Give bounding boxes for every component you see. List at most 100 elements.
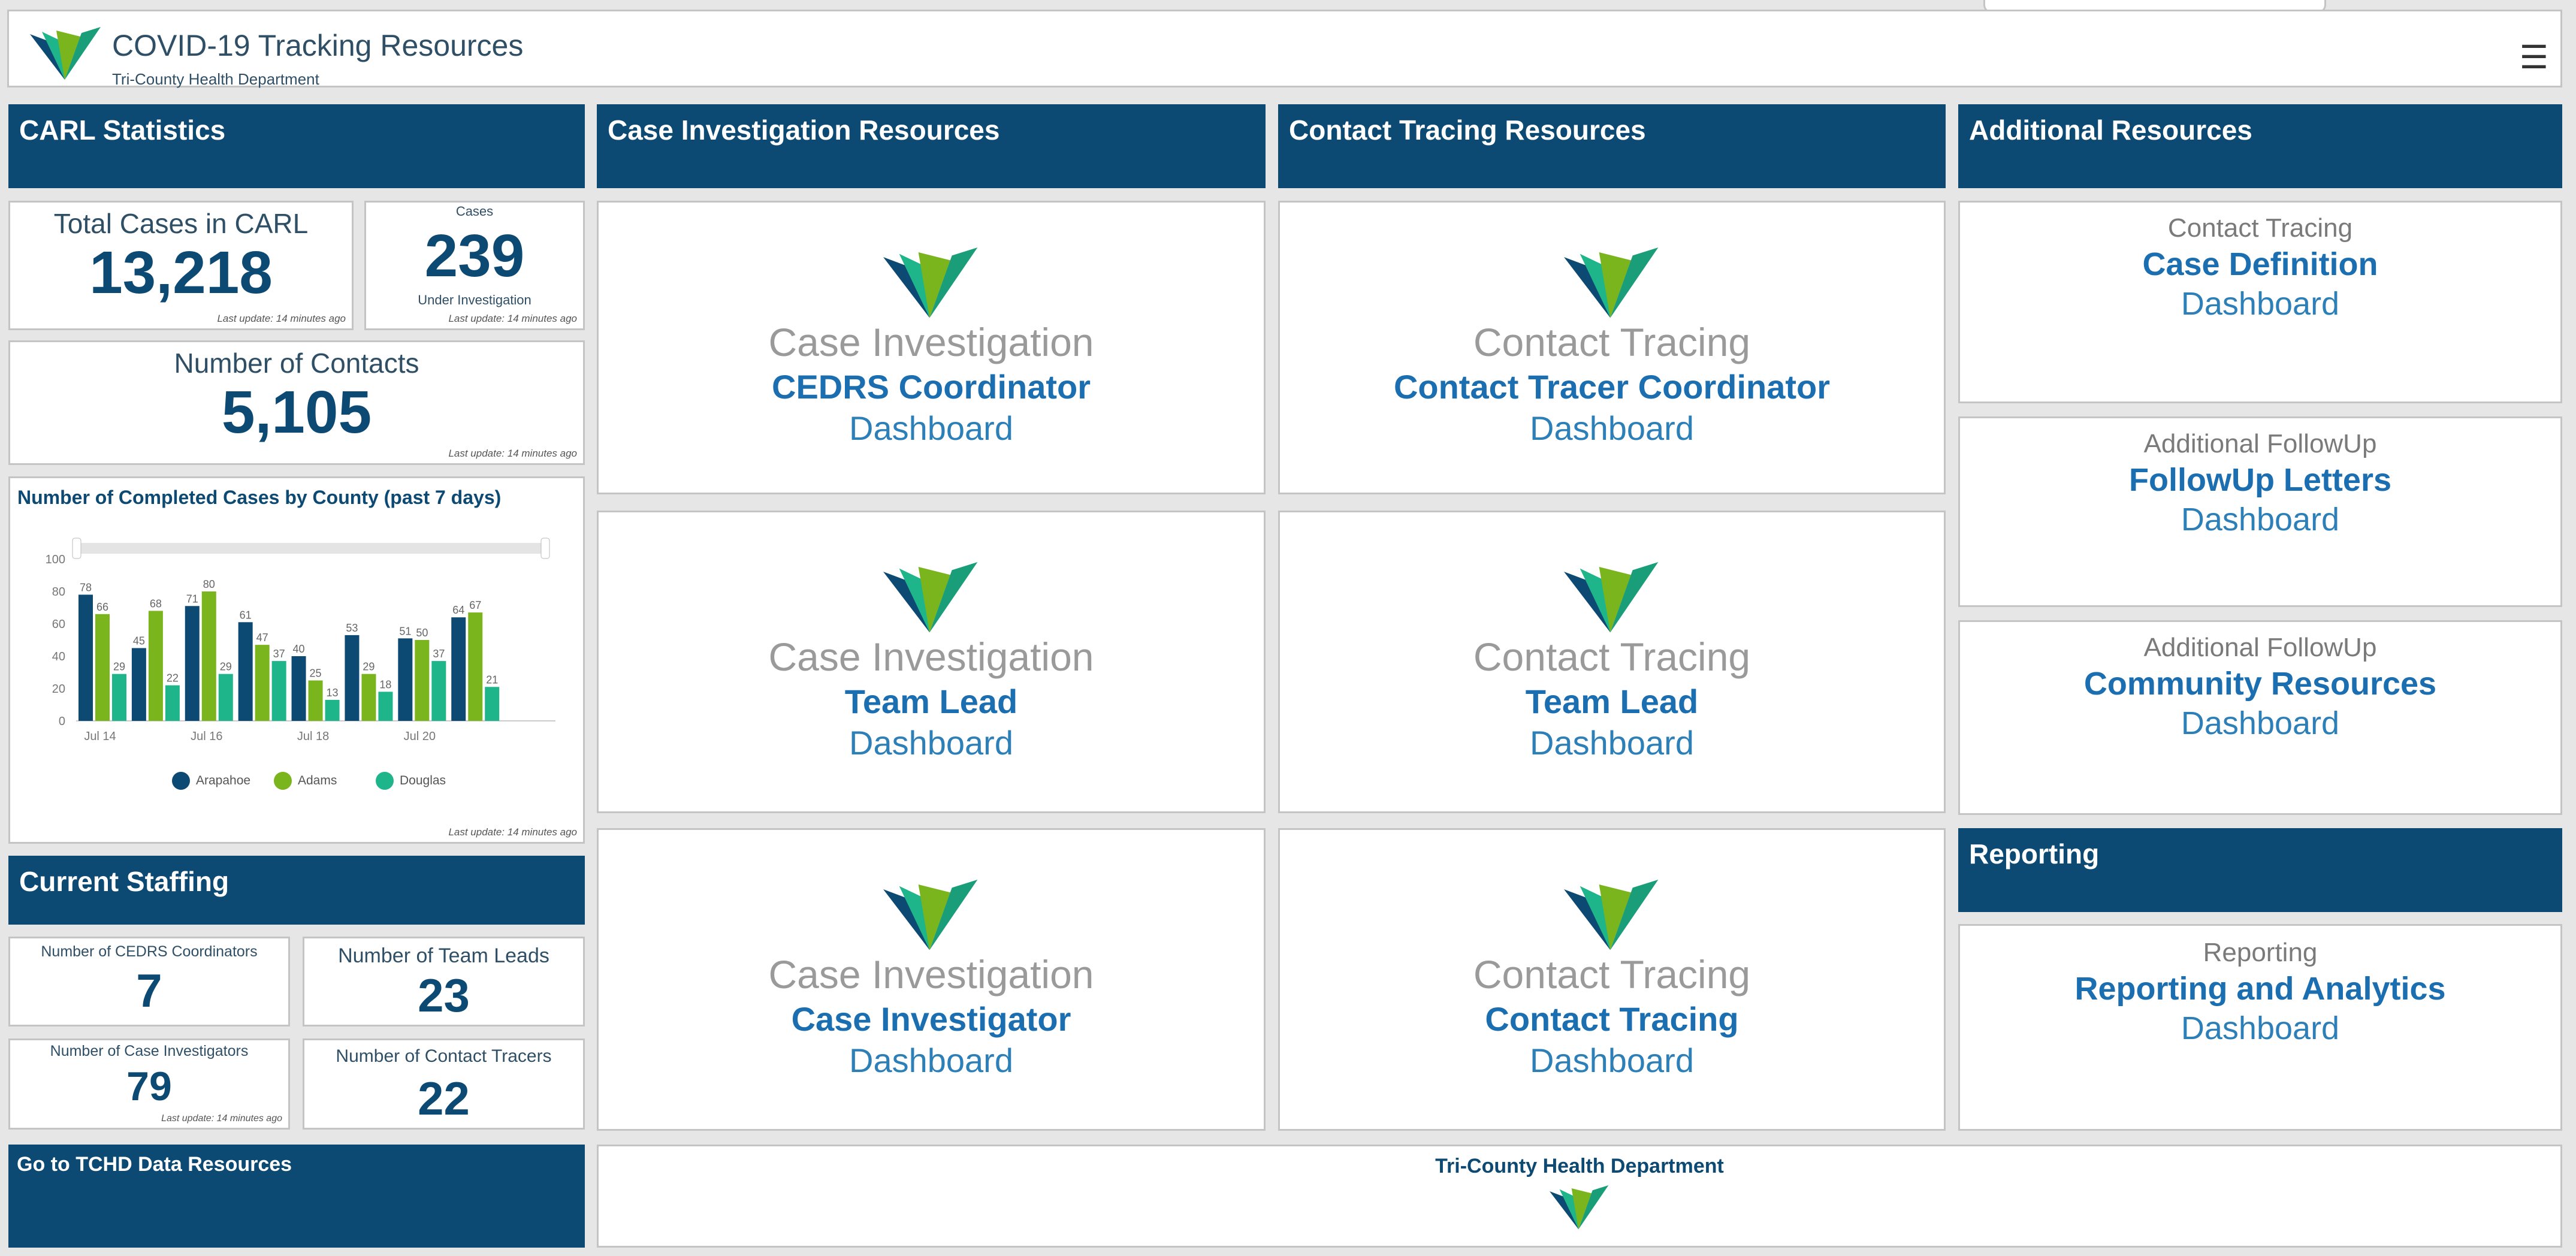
- legend-douglas[interactable]: Douglas: [376, 772, 446, 790]
- bar-value-label: 45: [133, 635, 145, 647]
- card-category: Case Investigation: [768, 320, 1094, 364]
- bar-arapahoe: [345, 635, 360, 721]
- additional-card-2[interactable]: Additional FollowUp FollowUp Letters Dashb…: [1958, 416, 2562, 607]
- bar-value-label: 21: [486, 674, 498, 686]
- legend-arapahoe-label: Arapahoe: [196, 774, 251, 787]
- card-logo-icon: [883, 247, 978, 318]
- bar-arapahoe: [238, 622, 253, 721]
- card-role: Team Lead: [844, 682, 1018, 720]
- footer-panel: Tri-County Health Department: [597, 1145, 2562, 1248]
- y-tick-label: 20: [52, 683, 65, 696]
- legend-douglas-dot: [376, 772, 394, 790]
- bar-douglas: [325, 699, 340, 721]
- case-investigation-card-1[interactable]: Case Investigation CEDRS Coordinator Dashb…: [597, 201, 1266, 494]
- additional-card-3[interactable]: Additional FollowUp Community Resources Da…: [1958, 620, 2562, 815]
- bar-douglas: [165, 685, 180, 721]
- bar-adams: [415, 640, 430, 721]
- bar-adams: [201, 591, 216, 721]
- bar-douglas: [112, 674, 126, 721]
- footer-org-name: Tri-County Health Department: [1435, 1155, 1724, 1178]
- bar-value-label: 29: [363, 661, 375, 673]
- cases-under-investigation-card: Cases 239 Under Investigation Last updat…: [364, 201, 585, 330]
- card-logo-icon: [883, 879, 978, 950]
- legend-arapahoe[interactable]: Arapahoe: [172, 772, 250, 790]
- footer-logo-icon: [1550, 1185, 1609, 1230]
- bar-value-label: 78: [80, 581, 92, 593]
- carl-statistics-header: CARL Statistics: [8, 104, 585, 188]
- bar-douglas: [378, 692, 393, 721]
- y-tick-label: 60: [52, 618, 65, 631]
- card-role: FollowUp Letters: [2128, 462, 2391, 498]
- bar-value-label: 25: [310, 668, 322, 680]
- x-tick-label: Jul 14: [84, 730, 116, 743]
- bar-adams: [255, 645, 270, 721]
- additional-card-1[interactable]: Contact Tracing Case Definition Dashboard: [1958, 201, 2562, 403]
- range-slider-handle-right: [540, 538, 550, 559]
- app-title: COVID-19 Tracking Resources: [112, 29, 524, 62]
- total-cases-card: Total Cases in CARL 13,218 Last update: …: [8, 201, 354, 330]
- menu-icon[interactable]: ☰: [2520, 41, 2548, 74]
- additional-resources-header: Additional Resources: [1958, 104, 2562, 188]
- bar-value-label: 18: [379, 678, 391, 690]
- bar-value-label: 47: [256, 632, 268, 644]
- app-subtitle: Tri-County Health Department: [112, 70, 319, 88]
- bar-value-label: 66: [96, 601, 108, 613]
- bar-value-label: 51: [399, 625, 411, 637]
- card-dashboard-label: Dashboard: [849, 1041, 1013, 1079]
- card-role: Community Resources: [2083, 666, 2437, 702]
- bar-arapahoe: [398, 638, 413, 721]
- bar-value-label: 61: [240, 609, 252, 621]
- card-dashboard-label: Dashboard: [1530, 1041, 1694, 1079]
- bar-value-label: 64: [452, 604, 464, 616]
- bar-arapahoe: [451, 617, 466, 721]
- case-investigation-card-3[interactable]: Case Investigation Case Investigator Dashb…: [597, 828, 1266, 1131]
- bar-value-label: 68: [150, 597, 162, 609]
- card-dashboard-label: Dashboard: [2181, 286, 2340, 322]
- completed-cases-chart: Number of Completed Cases by County (pas…: [8, 476, 585, 844]
- bar-value-label: 53: [346, 622, 358, 634]
- contact-tracing-card-2[interactable]: Contact Tracing Team Lead Dashboard: [1278, 511, 1946, 813]
- bar-adams: [95, 614, 110, 721]
- bar-arapahoe: [131, 648, 146, 721]
- bar-value-label: 71: [186, 593, 198, 605]
- cedrs-coordinators-card: Number of CEDRS Coordinators 7: [8, 937, 290, 1026]
- case-investigation-card-2[interactable]: Case Investigation Team Lead Dashboard: [597, 511, 1266, 813]
- bar-value-label: 22: [167, 672, 179, 684]
- card-dashboard-label: Dashboard: [849, 409, 1013, 447]
- legend-adams-label: Adams: [298, 774, 337, 787]
- contact-tracing-header: Contact Tracing Resources: [1278, 104, 1946, 188]
- card-role: Contact Tracing: [1485, 1000, 1739, 1038]
- case-investigators-card: Number of Case Investigators 79 Last upd…: [8, 1038, 290, 1130]
- card-role: Contact Tracer Coordinator: [1393, 368, 1831, 406]
- contact-tracing-card-3[interactable]: Contact Tracing Contact Tracing Dashboard: [1278, 828, 1946, 1131]
- card-dashboard-label: Dashboard: [2181, 705, 2340, 741]
- card-category: Additional FollowUp: [2143, 429, 2377, 458]
- y-tick-label: 40: [52, 650, 65, 663]
- bar-douglas: [218, 674, 233, 721]
- contacts-card: Number of Contacts 5,105 Last update: 14…: [8, 340, 585, 465]
- bar-value-label: 13: [327, 687, 339, 699]
- card-dashboard-label: Dashboard: [849, 723, 1013, 762]
- card-logo-icon: [1564, 561, 1659, 632]
- reporting-analytics-card[interactable]: Reporting Reporting and Analytics Dashbo…: [1958, 924, 2562, 1131]
- x-tick-label: Jul 16: [191, 730, 222, 743]
- legend-adams[interactable]: Adams: [274, 772, 337, 790]
- bar-value-label: 37: [433, 648, 445, 660]
- bar-arapahoe: [78, 594, 93, 721]
- bar-adams: [361, 674, 376, 721]
- bar-value-label: 29: [220, 661, 232, 673]
- bar-douglas: [485, 687, 500, 721]
- bar-douglas: [271, 661, 286, 721]
- tchd-data-resources-link[interactable]: Go to TCHD Data Resources: [8, 1145, 585, 1248]
- card-role: Team Lead: [1525, 682, 1699, 720]
- card-logo-icon: [1564, 879, 1659, 950]
- bar-value-label: 80: [203, 578, 215, 590]
- card-category: Case Investigation: [768, 952, 1094, 997]
- bar-value-label: 67: [469, 599, 481, 611]
- tchd-logo-icon: [30, 27, 101, 80]
- x-tick-label: Jul 20: [404, 730, 436, 743]
- y-tick-label: 100: [46, 553, 65, 566]
- contact-tracing-card-1[interactable]: Contact Tracing Contact Tracer Coordinato…: [1278, 201, 1946, 494]
- card-role: Case Investigator: [791, 1000, 1071, 1038]
- legend-douglas-label: Douglas: [400, 774, 446, 787]
